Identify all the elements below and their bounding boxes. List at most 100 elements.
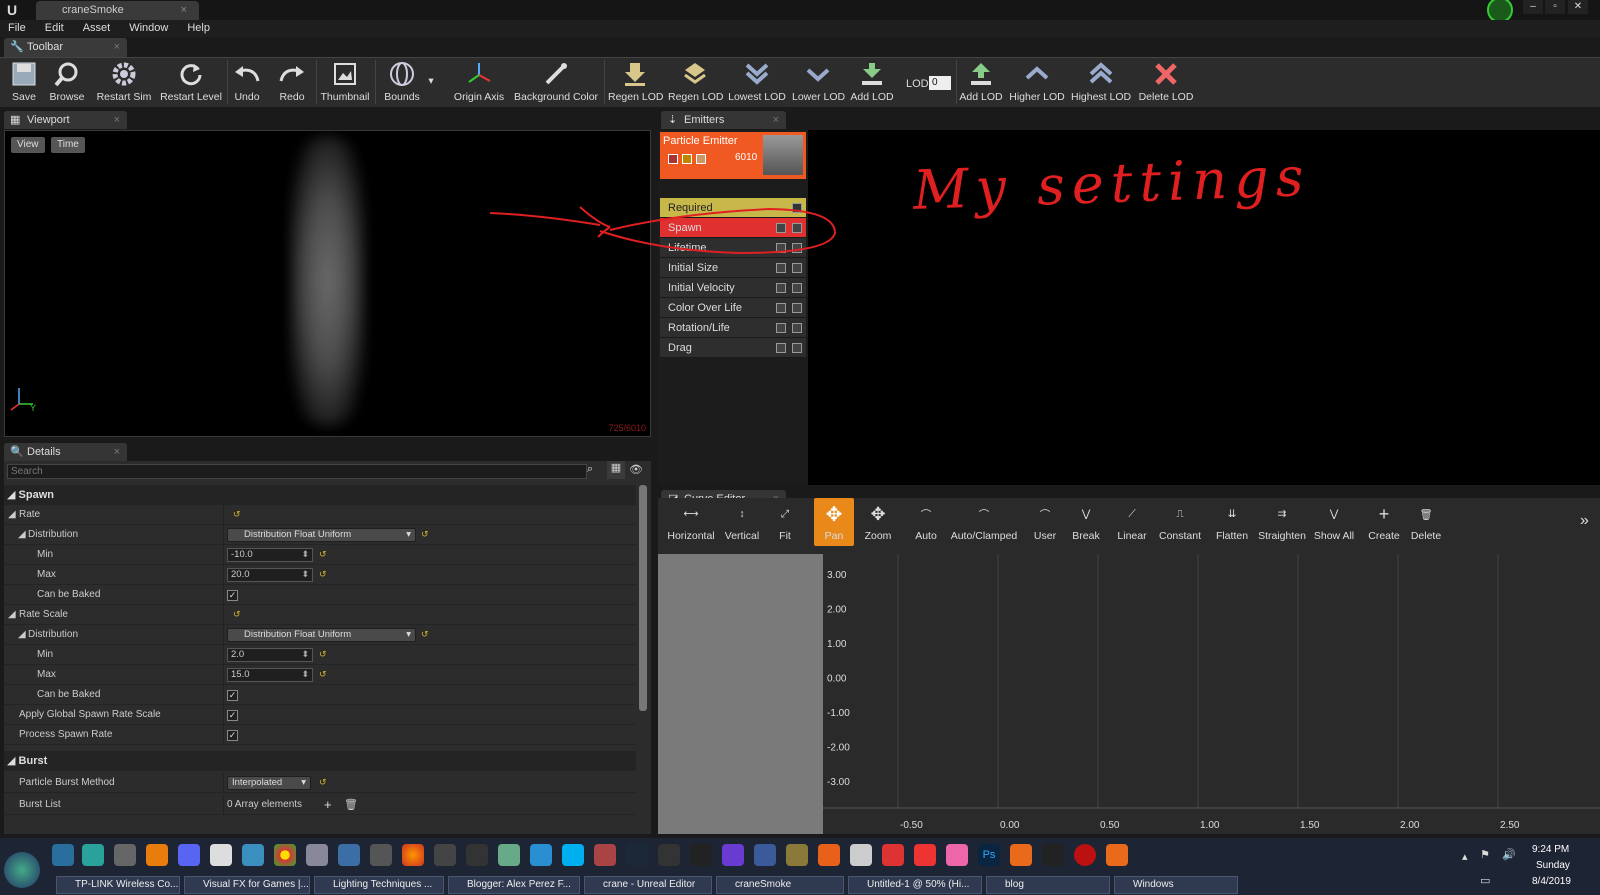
reset-arrow-icon[interactable]: ↺ bbox=[421, 629, 429, 640]
delete-lod-button[interactable]: Delete LOD bbox=[1138, 58, 1194, 108]
enable-checkbox[interactable] bbox=[776, 343, 786, 353]
zoom-button[interactable]: ✥ Zoom bbox=[860, 498, 896, 546]
task-blog[interactable]: blog bbox=[986, 876, 1110, 894]
task-unreal-editor[interactable]: crane - Unreal Editor bbox=[584, 876, 712, 894]
task-windows[interactable]: Windows bbox=[1114, 876, 1238, 894]
taskbar-app-icon[interactable] bbox=[52, 844, 74, 866]
taskbar-app-icon[interactable] bbox=[722, 844, 744, 866]
constant-button[interactable]: ⎍ Constant bbox=[1156, 498, 1204, 546]
enable-checkbox[interactable] bbox=[776, 283, 786, 293]
reset-arrow-icon[interactable]: ↺ bbox=[233, 609, 241, 620]
flatten-button[interactable]: ⇊ Flatten bbox=[1212, 498, 1252, 546]
close-icon[interactable]: × bbox=[181, 1, 187, 20]
particle-emitter-header[interactable]: Particle Emitter 6010 bbox=[660, 132, 806, 179]
details-search-input[interactable]: Search bbox=[7, 464, 587, 479]
taskbar-3ds-max-icon[interactable] bbox=[82, 844, 104, 866]
taskbar-firefox-icon[interactable] bbox=[402, 844, 424, 866]
enable-checkbox[interactable] bbox=[776, 303, 786, 313]
scale-min-input[interactable]: 2.0 bbox=[227, 648, 313, 662]
menu-file[interactable]: File bbox=[8, 20, 26, 37]
taskbar-app-icon[interactable] bbox=[1042, 844, 1064, 866]
taskbar-app-icon[interactable] bbox=[1010, 844, 1032, 866]
taskbar-app-icon[interactable] bbox=[1074, 844, 1096, 866]
tray-expand-icon[interactable]: ▴ bbox=[1462, 850, 1468, 863]
origin-axis-button[interactable]: Origin Axis bbox=[450, 58, 508, 108]
taskbar-app-icon[interactable] bbox=[114, 844, 136, 866]
reset-arrow-icon[interactable]: ↺ bbox=[319, 549, 327, 560]
show-all-button[interactable]: ⋁ Show All bbox=[1312, 498, 1356, 546]
thumbnail-button[interactable]: Thumbnail bbox=[320, 58, 370, 108]
toolbar-tab[interactable]: 🔧 Toolbar × bbox=[4, 38, 127, 57]
reset-arrow-icon[interactable]: ↺ bbox=[319, 649, 327, 660]
minimize-icon[interactable]: – bbox=[1523, 0, 1543, 14]
taskbar-app-icon[interactable] bbox=[242, 844, 264, 866]
close-icon[interactable]: × bbox=[114, 111, 120, 129]
process-spawn-checkbox[interactable]: ✓ bbox=[227, 730, 238, 741]
emitter-enable-checkbox[interactable] bbox=[668, 154, 678, 164]
emitters-tab[interactable]: ⇣ Emitters × bbox=[661, 111, 786, 129]
linear-button[interactable]: ⟋ Linear bbox=[1114, 498, 1150, 546]
graph-grid[interactable]: 3.00 2.00 1.00 0.00 -1.00 -2.00 -3.00 -0.50 0.00… bbox=[823, 554, 1600, 834]
collapse-arrow-icon[interactable]: ◢ bbox=[18, 525, 26, 545]
module-initial-velocity[interactable]: Initial Velocity bbox=[660, 278, 806, 298]
taskbar-app-icon[interactable] bbox=[1106, 844, 1128, 866]
module-drag[interactable]: Drag bbox=[660, 338, 806, 358]
close-icon[interactable]: × bbox=[114, 443, 120, 461]
taskbar-photoshop-icon[interactable]: Ps bbox=[978, 844, 1000, 866]
distribution-dropdown[interactable]: Distribution Float Uniform bbox=[227, 628, 416, 642]
distribution-dropdown[interactable]: Distribution Float Uniform bbox=[227, 528, 416, 542]
taskbar-unreal-icon[interactable] bbox=[690, 844, 712, 866]
close-window-icon[interactable]: ✕ bbox=[1568, 0, 1588, 14]
taskbar-chrome-icon[interactable] bbox=[274, 844, 296, 866]
spawn-section-header[interactable]: ◢ Spawn bbox=[4, 485, 636, 505]
view-button[interactable]: View bbox=[11, 137, 45, 153]
lowest-lod-button[interactable]: Lowest LOD bbox=[728, 58, 786, 108]
add-lod-button-1[interactable]: Add LOD bbox=[850, 58, 894, 108]
horizontal-button[interactable]: ⟷ Horizontal bbox=[666, 498, 716, 546]
auto-button[interactable]: ⌒ Auto bbox=[910, 498, 942, 546]
taskbar-app-icon[interactable] bbox=[658, 844, 680, 866]
task-visual-fx[interactable]: Visual FX for Games |... bbox=[184, 876, 310, 894]
task-photoshop[interactable]: Untitled-1 @ 50% (Hi... bbox=[848, 876, 982, 894]
enable-checkbox[interactable] bbox=[776, 323, 786, 333]
restart-level-button[interactable]: Restart Level bbox=[158, 58, 224, 108]
trash-icon[interactable]: 🗑 bbox=[344, 798, 358, 811]
save-button[interactable]: Save bbox=[6, 58, 42, 108]
taskbar-blender-icon[interactable] bbox=[146, 844, 168, 866]
pan-button[interactable]: ✥ Pan bbox=[814, 498, 854, 546]
task-cranesmoke[interactable]: craneSmoke bbox=[716, 876, 844, 894]
module-rotation-life[interactable]: Rotation/Life bbox=[660, 318, 806, 338]
viewport-tab[interactable]: ▦ Viewport × bbox=[4, 111, 127, 129]
taskbar-app-icon[interactable] bbox=[754, 844, 776, 866]
taskbar-calculator-icon[interactable] bbox=[850, 844, 872, 866]
vertical-button[interactable]: ↕ Vertical bbox=[722, 498, 762, 546]
grid-view-icon[interactable]: ▦ bbox=[607, 461, 625, 479]
curve-graph[interactable]: 3.00 2.00 1.00 0.00 -1.00 -2.00 -3.00 -0.50 0.00… bbox=[658, 554, 1600, 834]
regen-lod-button-2[interactable]: Regen LOD bbox=[668, 58, 723, 108]
restart-sim-button[interactable]: Restart Sim bbox=[94, 58, 154, 108]
curve-toggle-icon[interactable] bbox=[792, 343, 802, 353]
create-button[interactable]: + Create bbox=[1366, 498, 1402, 546]
can-be-baked-checkbox[interactable]: ✓ bbox=[227, 690, 238, 701]
add-element-icon[interactable]: + bbox=[324, 797, 332, 812]
task-blogger[interactable]: Blogger: Alex Perez F... bbox=[448, 876, 580, 894]
background-color-button[interactable]: Background Color bbox=[514, 58, 598, 108]
taskbar-app-icon[interactable] bbox=[370, 844, 392, 866]
taskbar-app-icon[interactable] bbox=[786, 844, 808, 866]
emitter-mode-icon[interactable] bbox=[682, 154, 692, 164]
task-lighting[interactable]: Lighting Techniques ... bbox=[314, 876, 444, 894]
close-icon[interactable]: × bbox=[114, 38, 120, 57]
eye-icon[interactable]: 👁 bbox=[629, 463, 643, 476]
taskbar-app-icon[interactable] bbox=[306, 844, 328, 866]
details-tab[interactable]: 🔍 Details × bbox=[4, 443, 127, 461]
taskbar-app-icon[interactable] bbox=[914, 844, 936, 866]
flag-icon[interactable]: ⚑ bbox=[1480, 848, 1490, 861]
reset-arrow-icon[interactable]: ↺ bbox=[319, 777, 327, 788]
lower-lod-button[interactable]: Lower LOD bbox=[792, 58, 845, 108]
taskbar-app-icon[interactable] bbox=[882, 844, 904, 866]
task-tplink[interactable]: TP-LINK Wireless Co... bbox=[56, 876, 180, 894]
taskbar-app-icon[interactable] bbox=[946, 844, 968, 866]
emitter-solo-icon[interactable] bbox=[696, 154, 706, 164]
taskbar-app-icon[interactable] bbox=[498, 844, 520, 866]
volume-icon[interactable]: 🔊 bbox=[1502, 848, 1516, 861]
